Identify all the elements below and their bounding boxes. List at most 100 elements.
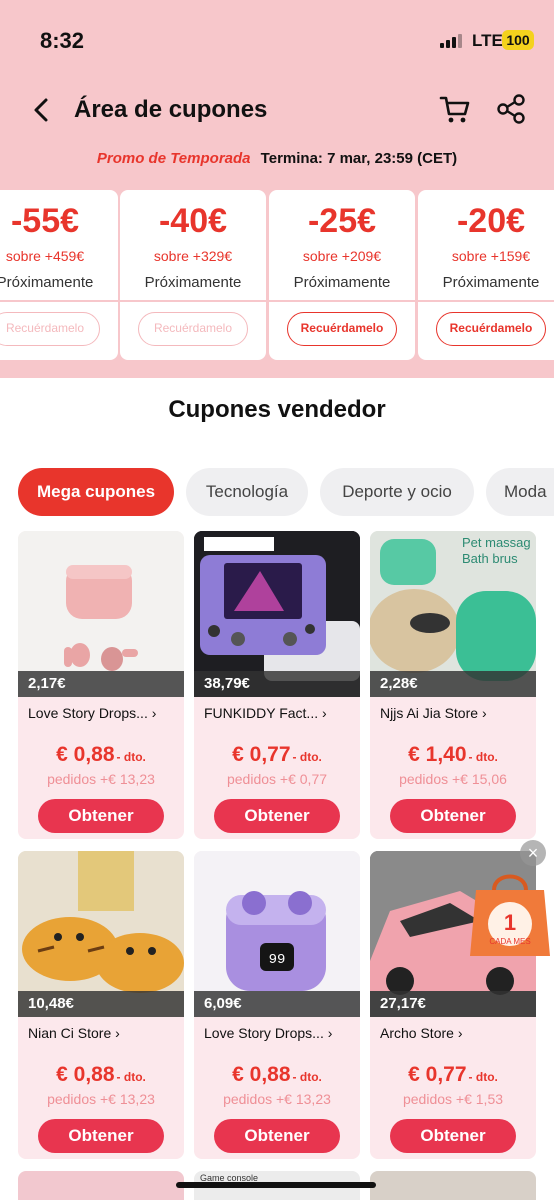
discount-amount: € 0,88 xyxy=(232,1063,291,1086)
coupon-status: Próximamente xyxy=(0,274,94,291)
tab-deporte-ocio[interactable]: Deporte y ocio xyxy=(320,468,474,516)
discount-suffix: - dto. xyxy=(292,1070,322,1084)
coupon-amount: -40€ xyxy=(158,202,228,240)
page-header: Área de cupones xyxy=(0,80,554,140)
obtener-button[interactable]: Obtener xyxy=(38,799,164,833)
obtener-button[interactable]: Obtener xyxy=(214,799,340,833)
coupon-amount: -55€ xyxy=(10,202,80,240)
product-price: 38,79€ xyxy=(194,671,360,697)
discount: € 0,77- dto. xyxy=(194,743,360,767)
obtener-button[interactable]: Obtener xyxy=(390,799,516,833)
store-name: Nian Ci Store xyxy=(28,1025,112,1041)
promo-end: Termina: 7 mar, 23:59 (CET) xyxy=(260,150,458,167)
coupon-card: -55€ sobre +459€ Próximamente Recuérdame… xyxy=(0,190,118,360)
min-order: pedidos +€ 13,23 xyxy=(223,1091,331,1107)
product-price: 27,17€ xyxy=(370,991,536,1017)
coupon-card: -25€ sobre +209€ Próximamente Recuérdame… xyxy=(269,190,415,360)
store-name: Love Story Drops... xyxy=(28,705,148,721)
product-card[interactable]: 10,48€ Nian Ci Store › € 0,88- dto. pedi… xyxy=(18,851,184,1159)
obtener-button[interactable]: Obtener xyxy=(214,1119,340,1153)
discount-suffix: - dto. xyxy=(468,750,498,764)
earbuds-display: 99 xyxy=(269,952,286,968)
coupon-carousel[interactable]: -55€ sobre +459€ Próximamente Recuérdame… xyxy=(0,190,554,360)
product-card[interactable]: 38,79€ FUNKIDDY Fact... › € 0,77- dto. p… xyxy=(194,531,360,839)
obtener-button[interactable]: Obtener xyxy=(38,1119,164,1153)
remind-button[interactable]: Recuérdamelo xyxy=(436,312,546,346)
floating-promo-text: CADA MES xyxy=(489,937,530,946)
discount-suffix: - dto. xyxy=(468,1070,498,1084)
chevron-right-icon: › xyxy=(115,1025,120,1041)
chevron-right-icon: › xyxy=(457,1025,463,1041)
product-card[interactable]: 2,17€ Love Story Drops... › € 0,88- dto.… xyxy=(18,531,184,839)
discount-amount: € 0,77 xyxy=(232,743,291,766)
coupon-card: -20€ sobre +159€ Próximamente Recuérdame… xyxy=(418,190,554,360)
coupon-amount: -25€ xyxy=(307,202,377,240)
coupon-card: -40€ sobre +329€ Próximamente Recuérdame… xyxy=(120,190,266,360)
signal-icon xyxy=(440,34,466,48)
store-link[interactable]: Love Story Drops... › xyxy=(204,1025,354,1041)
discount-amount: € 0,88 xyxy=(56,743,115,766)
discount: € 0,88- dto. xyxy=(18,743,184,767)
battery-icon: 100 xyxy=(502,30,534,50)
product-price: 2,28€ xyxy=(370,671,536,697)
remind-button[interactable]: Recuérdamelo xyxy=(0,312,100,346)
discount-amount: € 0,77 xyxy=(408,1063,467,1086)
store-link[interactable]: Nian Ci Store › xyxy=(28,1025,178,1041)
store-name: Archo Store xyxy=(380,1025,454,1041)
min-order: pedidos +€ 15,06 xyxy=(399,771,507,787)
discount: € 0,77- dto. xyxy=(370,1063,536,1087)
store-link[interactable]: Njjs Ai Jia Store › xyxy=(380,705,530,721)
section-title: Cupones vendedor xyxy=(168,396,386,423)
tab-mega-cupones[interactable]: Mega cupones xyxy=(18,468,174,516)
cart-icon[interactable] xyxy=(438,92,472,126)
floating-promo[interactable]: 1 CADA MES xyxy=(466,860,554,960)
chevron-right-icon: › xyxy=(321,705,327,721)
coupon-minimum: sobre +329€ xyxy=(153,248,233,264)
store-name: Njjs Ai Jia Store xyxy=(380,705,479,721)
chevron-right-icon: › xyxy=(151,705,157,721)
product-card[interactable] xyxy=(370,1171,536,1200)
discount: € 0,88- dto. xyxy=(194,1063,360,1087)
share-icon[interactable] xyxy=(494,92,528,126)
coupon-status: Próximamente xyxy=(442,274,540,291)
discount: € 1,40- dto. xyxy=(370,743,536,767)
floating-promo-number: 1 xyxy=(504,910,516,935)
min-order: pedidos +€ 0,77 xyxy=(226,771,328,787)
image-caption: Pet massag xyxy=(462,535,531,550)
product-price: 6,09€ xyxy=(194,991,360,1017)
remind-button[interactable]: Recuérdamelo xyxy=(138,312,248,346)
discount-suffix: - dto. xyxy=(116,750,146,764)
min-order: pedidos +€ 13,23 xyxy=(47,771,155,787)
discount-amount: € 1,40 xyxy=(408,743,467,766)
coupon-status: Próximamente xyxy=(144,274,242,291)
product-card[interactable] xyxy=(18,1171,184,1200)
close-icon[interactable]: × xyxy=(520,840,546,866)
store-link[interactable]: Archo Store › xyxy=(380,1025,530,1041)
tab-tecnologia[interactable]: Tecnología xyxy=(186,468,308,516)
obtener-button[interactable]: Obtener xyxy=(390,1119,516,1153)
coupon-status: Próximamente xyxy=(293,274,391,291)
network-label: LTE xyxy=(472,31,503,50)
coupon-minimum: sobre +459€ xyxy=(5,248,85,264)
coupon-minimum: sobre +209€ xyxy=(302,248,382,264)
store-link[interactable]: Love Story Drops... › xyxy=(28,705,178,721)
chevron-left-icon[interactable] xyxy=(28,94,56,126)
product-price: 10,48€ xyxy=(18,991,184,1017)
store-name: Love Story Drops... xyxy=(204,1025,324,1041)
coupon-minimum: sobre +159€ xyxy=(451,248,531,264)
image-caption: Bath brus xyxy=(462,551,518,566)
chevron-right-icon: › xyxy=(481,705,487,721)
remind-button[interactable]: Recuérdamelo xyxy=(287,312,397,346)
min-order: pedidos +€ 1,53 xyxy=(402,1091,504,1107)
page-title: Área de cupones xyxy=(74,96,268,123)
product-card[interactable]: Pet massag Bath brus 2,28€ Njjs Ai Jia S… xyxy=(370,531,536,839)
product-price: 2,17€ xyxy=(18,671,184,697)
discount-suffix: - dto. xyxy=(292,750,322,764)
product-card[interactable]: 99 6,09€ Love Story Drops... › € 0,88- d… xyxy=(194,851,360,1159)
store-link[interactable]: FUNKIDDY Fact... › xyxy=(204,705,354,721)
discount-amount: € 0,88 xyxy=(56,1063,115,1086)
tab-moda[interactable]: Moda xyxy=(486,468,554,516)
chevron-right-icon: › xyxy=(327,1025,333,1041)
status-time: 8:32 xyxy=(40,28,85,53)
min-order: pedidos +€ 13,23 xyxy=(47,1091,155,1107)
